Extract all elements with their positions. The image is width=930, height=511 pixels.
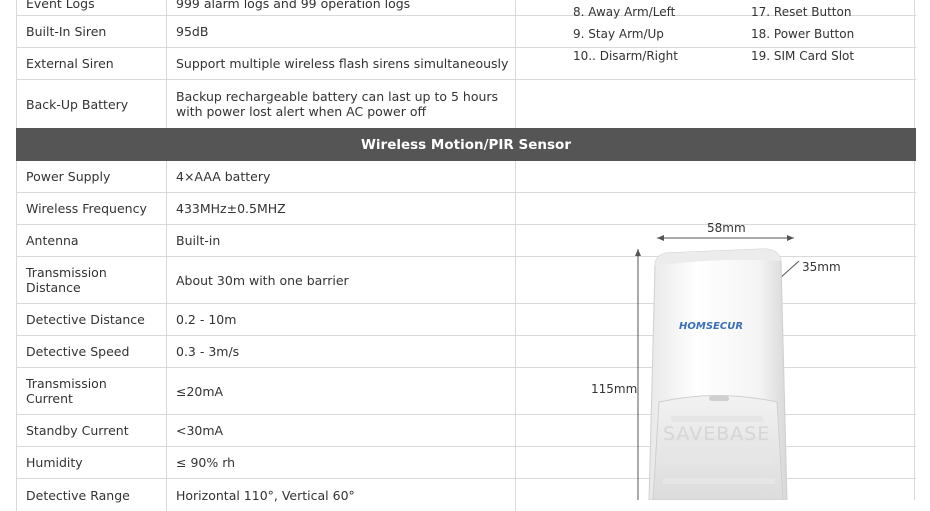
spec-value: Support multiple wireless flash sirens s…: [167, 48, 516, 79]
spec-value: 999 alarm logs and 99 operation logs: [167, 0, 516, 15]
spec-value: 95dB: [167, 16, 516, 47]
spec-label: Back-Up Battery: [17, 80, 167, 128]
list-item: 8. Away Arm/Left: [573, 5, 676, 19]
list-item: 18. Power Button: [751, 27, 855, 41]
spec-label: Transmission Distance: [17, 257, 167, 303]
spec-value: ≤20mA: [167, 368, 516, 414]
spec-value: 4×AAA battery: [167, 161, 516, 192]
depth-dimension-line: [778, 260, 800, 280]
width-label: 58mm: [707, 221, 746, 235]
watermark: SAVEBASE: [663, 423, 771, 445]
list-item: 9. Stay Arm/Up: [573, 27, 664, 41]
spec-value: 433MHz±0.5MHZ: [167, 193, 516, 224]
spec-label: Standby Current: [17, 415, 167, 446]
list-item: 10.. Disarm/Right: [573, 49, 678, 63]
spec-label: Transmission Current: [17, 368, 167, 414]
spec-label: Antenna: [17, 225, 167, 256]
section-header: Wireless Motion/PIR Sensor: [16, 128, 916, 161]
spec-value: About 30m with one barrier: [167, 257, 516, 303]
spec-label: External Siren: [17, 48, 167, 79]
spec-value: 0.3 - 3m/s: [167, 336, 516, 367]
button-list-left: 8. Away Arm/Left 9. Stay Arm/Up 10.. Dis…: [573, 1, 678, 67]
spec-label: Humidity: [17, 447, 167, 478]
spec-value: 0.2 - 10m: [167, 304, 516, 335]
list-item: 19. SIM Card Slot: [751, 49, 855, 63]
depth-label: 35mm: [802, 260, 841, 274]
spec-label: Power Supply: [17, 161, 167, 192]
product-image-area: 58mm 35mm 115mm HOMSECUR SAVEBASE: [531, 161, 915, 500]
spec-value: Backup rechargeable battery can last up …: [167, 80, 516, 128]
spec-label: Detective Distance: [17, 304, 167, 335]
button-list-right: 17. Reset Button 18. Power Button 19. SI…: [751, 1, 854, 67]
spec-value: Built-in: [167, 225, 516, 256]
brand-logo: HOMSECUR: [679, 321, 744, 332]
spec-value: <30mA: [167, 415, 516, 446]
spec-label: Event Logs: [17, 0, 167, 15]
spec-label: Detective Speed: [17, 336, 167, 367]
spec-value: ≤ 90% rh: [167, 447, 516, 478]
spec-label: Wireless Frequency: [17, 193, 167, 224]
height-label: 115mm: [591, 382, 638, 396]
list-item: 17. Reset Button: [751, 5, 852, 19]
button-legend: 8. Away Arm/Left 9. Stay Arm/Up 10.. Dis…: [531, 0, 915, 128]
spec-label: Built-In Siren: [17, 16, 167, 47]
spec-value: Horizontal 110°, Vertical 60°: [167, 479, 516, 511]
spec-label: Detective Range: [17, 479, 167, 511]
